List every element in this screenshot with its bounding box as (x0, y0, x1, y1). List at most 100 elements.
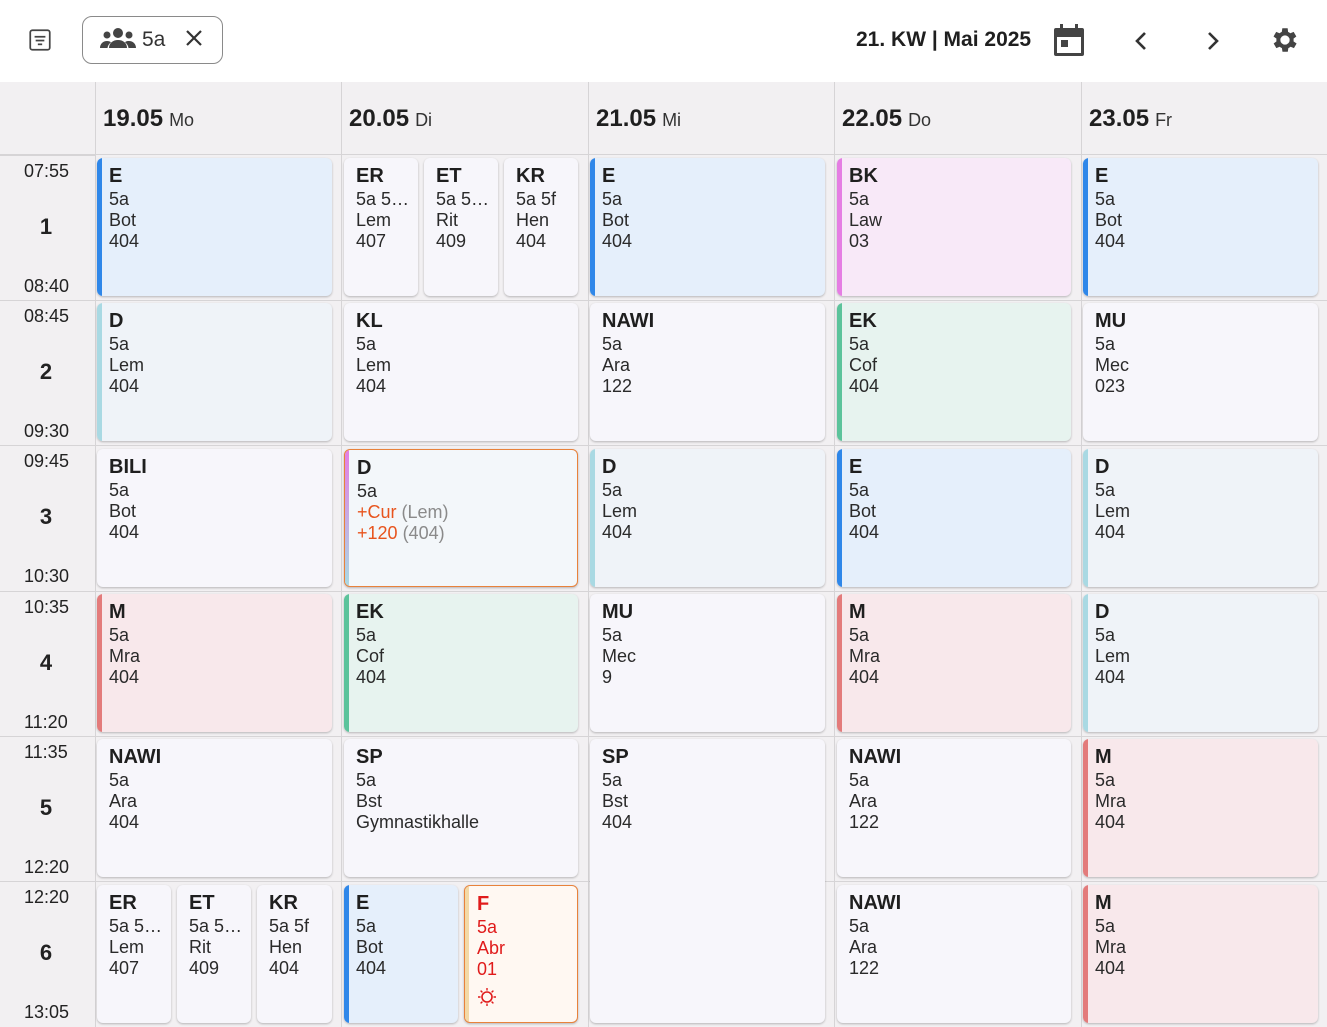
lesson-teacher: Mec (602, 646, 637, 666)
lesson-subject: E (849, 456, 863, 478)
lesson-subject: EK (356, 601, 384, 623)
lesson-class: 5a (849, 189, 870, 209)
lesson-card[interactable]: KR 5a 5f Hen 404 (504, 158, 578, 296)
calendar-icon[interactable] (1053, 23, 1085, 57)
lesson-room: 404 (356, 667, 387, 687)
lesson-card[interactable]: NAWI 5a Ara 122 (837, 885, 1071, 1023)
lesson-color-bar (344, 594, 349, 732)
lesson-card-substitution[interactable]: D 5a +Cur (Lem) +120 (404) (344, 449, 578, 587)
period-number: 3 (39, 504, 53, 529)
lesson-card[interactable]: MU 5a Mec 9 (590, 594, 825, 732)
lesson-subject: D (1095, 456, 1110, 478)
lesson-teacher: Abr (477, 938, 506, 958)
lesson-class: 5a (1095, 625, 1116, 645)
lesson-card[interactable]: D 5a Lem 404 (1083, 449, 1318, 587)
lesson-card[interactable]: ER 5a 5b… Lem 407 (344, 158, 418, 296)
lesson-teacher-change: +Cur (Lem) (357, 502, 577, 523)
lesson-color-bar (1083, 449, 1088, 587)
lesson-subject: BK (849, 165, 878, 187)
day-header-mi[interactable]: 21.05 Mi (588, 82, 835, 155)
lesson-card[interactable]: M 5a Mra 404 (1083, 885, 1318, 1023)
timetable-grid: 19.05 Mo 20.05 Di 21.05 Mi 22.05 Do 23.0… (0, 82, 1327, 1027)
new-teacher: +Cur (357, 502, 397, 522)
period-end: 10:30 (24, 566, 70, 586)
lesson-class: 5a (602, 189, 623, 209)
lesson-room: Gymnastikhalle (356, 812, 480, 832)
lesson-card[interactable]: E 5a Bot 404 (1083, 158, 1318, 296)
lesson-card[interactable]: NAWI 5a Ara 404 (97, 739, 332, 877)
gear-icon[interactable] (1267, 22, 1303, 58)
lesson-card[interactable]: E 5a Bot 404 (97, 158, 332, 296)
lesson-card[interactable]: E 5a Bot 404 (590, 158, 825, 296)
day-name: Di (415, 110, 433, 130)
lesson-card[interactable]: E 5a Bot 404 (344, 885, 458, 1023)
lesson-color-bar (344, 885, 349, 1023)
lesson-card-double[interactable]: SP 5a Bst 404 (590, 739, 825, 1023)
lesson-subject: KL (356, 310, 383, 332)
day-header-do[interactable]: 22.05 Do (834, 82, 1081, 155)
period-start: 10:35 (24, 597, 70, 617)
lesson-teacher: Bot (356, 937, 384, 957)
period-number: 1 (39, 214, 53, 239)
lesson-color-bar (97, 303, 102, 441)
lesson-card[interactable]: M 5a Mra 404 (837, 594, 1071, 732)
lesson-card[interactable]: ET 5a 5b… Rit 409 (424, 158, 498, 296)
class-filter-chip[interactable]: 5a (82, 16, 223, 64)
lesson-room: 404 (109, 667, 140, 687)
lesson-card[interactable]: EK 5a Cof 404 (344, 594, 578, 732)
lesson-class: 5a (109, 334, 130, 354)
close-icon[interactable] (185, 29, 203, 52)
lesson-card[interactable]: M 5a Mra 404 (97, 594, 332, 732)
lesson-color-bar (1083, 158, 1088, 296)
lesson-card[interactable]: BK 5a Law 03 (837, 158, 1071, 296)
column-divider (588, 82, 589, 1027)
chevron-left-icon[interactable] (1126, 26, 1156, 56)
lesson-room: 03 (849, 231, 870, 251)
lesson-room: 404 (109, 522, 140, 542)
lesson-card-exam[interactable]: F 5a Abr 01 (464, 885, 578, 1023)
old-teacher: (Lem) (401, 502, 449, 522)
lesson-card[interactable]: ER 5a 5b… Lem 407 (97, 885, 171, 1023)
lesson-teacher: Mec (1095, 355, 1130, 375)
period-number: 4 (39, 650, 53, 675)
lesson-card[interactable]: BILI 5a Bot 404 (97, 449, 332, 587)
lesson-color-bar (1083, 594, 1088, 732)
lesson-card[interactable]: D 5a Lem 404 (590, 449, 825, 587)
lesson-card[interactable]: KR 5a 5f Hen 404 (257, 885, 332, 1023)
day-header-mo[interactable]: 19.05 Mo (95, 82, 342, 155)
lesson-subject: E (109, 165, 123, 187)
lesson-card[interactable]: D 5a Lem 404 (1083, 594, 1318, 732)
lesson-class: 5a (602, 625, 623, 645)
lesson-subject: BILI (109, 456, 147, 478)
lesson-room: 404 (849, 667, 880, 687)
row-divider (0, 300, 1327, 301)
lesson-subject: SP (602, 746, 629, 768)
period-5: 11:35 5 12:20 (0, 736, 95, 881)
lesson-card[interactable]: NAWI 5a Ara 122 (590, 303, 825, 441)
lesson-room: 404 (849, 376, 880, 396)
lesson-card[interactable]: SP 5a Bst Gymnastikhalle (344, 739, 578, 877)
period-4: 10:35 4 11:20 (0, 591, 95, 736)
lesson-card[interactable]: ET 5a 5b… Rit 409 (177, 885, 251, 1023)
lesson-card[interactable]: E 5a Bot 404 (837, 449, 1071, 587)
lesson-color-bar (837, 303, 842, 441)
lesson-card[interactable]: NAWI 5a Ara 122 (837, 739, 1071, 877)
period-start: 12:20 (24, 887, 70, 907)
lesson-room: 122 (849, 958, 880, 978)
day-header-fr[interactable]: 23.05 Fr (1081, 82, 1327, 155)
period-number: 5 (39, 795, 53, 820)
day-header-di[interactable]: 20.05 Di (341, 82, 588, 155)
filter-list-icon[interactable] (24, 24, 56, 56)
lesson-room: 404 (602, 522, 633, 542)
lesson-card[interactable]: M 5a Mra 404 (1083, 739, 1318, 877)
lesson-card[interactable]: KL 5a Lem 404 (344, 303, 578, 441)
lesson-teacher: Lem (1095, 646, 1131, 666)
chevron-right-icon[interactable] (1198, 26, 1228, 56)
lesson-teacher: Ara (849, 937, 878, 957)
lesson-teacher: Hen (269, 937, 303, 957)
lesson-card[interactable]: D 5a Lem 404 (97, 303, 332, 441)
lesson-card[interactable]: EK 5a Cof 404 (837, 303, 1071, 441)
lesson-card[interactable]: MU 5a Mec 023 (1083, 303, 1318, 441)
day-date: 21.05 (596, 104, 657, 132)
period-start: 11:35 (24, 742, 68, 762)
